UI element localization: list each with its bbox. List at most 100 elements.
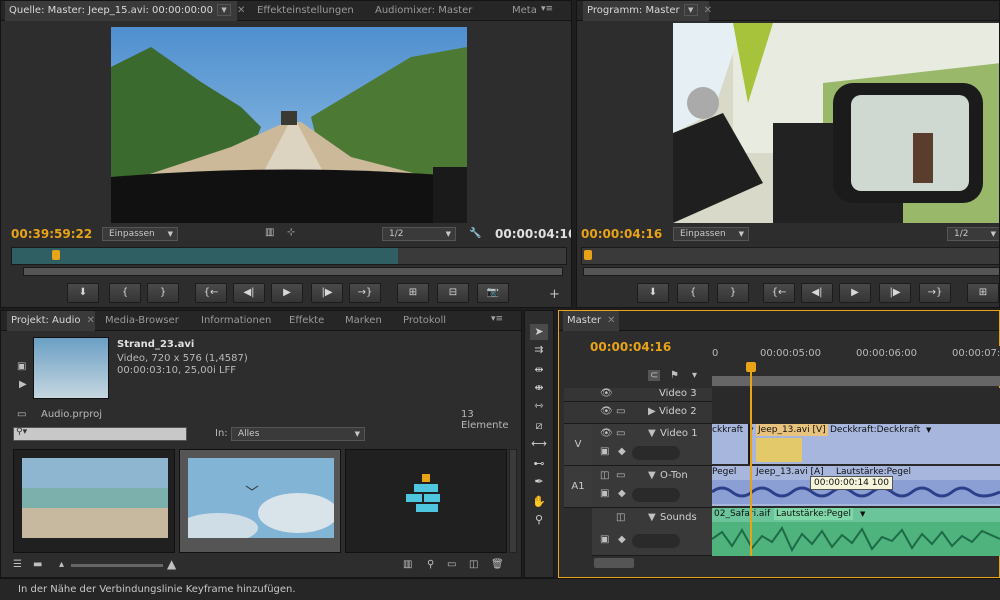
new-item-icon[interactable]: ◫ (469, 559, 478, 570)
mark-out-button[interactable]: } (147, 283, 179, 303)
step-back-button[interactable]: ◀| (801, 283, 833, 303)
expand-triangle-icon[interactable]: ▶ (648, 406, 656, 417)
track-header-video3[interactable]: 👁 Video 3 (564, 388, 712, 402)
keyframe-icon[interactable]: ◆ (618, 488, 626, 499)
search-input[interactable]: ⚲▾ (13, 427, 187, 441)
chevron-down-icon[interactable]: ▼ (683, 4, 698, 16)
play-button[interactable]: ▶ (271, 283, 303, 303)
keyframe-icon[interactable]: ◆ (618, 534, 626, 545)
source-fit-select[interactable]: Einpassen ▼ (102, 227, 178, 241)
go-to-in-button[interactable]: {← (195, 283, 227, 303)
timeline-playhead[interactable] (750, 362, 752, 556)
playhead-icon[interactable] (584, 250, 592, 260)
source-resolution-select[interactable]: 1/2 ▼ (382, 227, 456, 241)
playhead-icon[interactable] (52, 250, 60, 260)
lock-icon[interactable]: ▭ (616, 470, 625, 481)
tab-audio-mixer[interactable]: Audiomixer: Master (371, 1, 476, 21)
keyframe-icon[interactable]: ◆ (618, 446, 626, 457)
keyframe-nav-control[interactable] (632, 534, 680, 548)
timeline-zoom-bar[interactable] (712, 376, 1000, 386)
zoom-in-icon[interactable]: ▲ (167, 557, 176, 571)
keyframe-nav-control[interactable] (632, 446, 680, 460)
go-to-out-button[interactable]: →} (349, 283, 381, 303)
chevron-down-icon[interactable]: ▼ (217, 4, 232, 16)
slide-tool-icon[interactable]: ⊷ (530, 456, 548, 472)
razor-tool-icon[interactable]: ⧄ (530, 418, 548, 434)
play-preview-icon[interactable]: ▶ (19, 379, 27, 390)
pen-tool-icon[interactable]: ✒ (530, 474, 548, 490)
tab-program[interactable]: Programm: Master ▼ ✕ (583, 1, 712, 21)
close-icon[interactable]: ✕ (607, 315, 615, 326)
step-forward-button[interactable]: |▶ (879, 283, 911, 303)
tab-media-browser[interactable]: Media-Browser (101, 311, 183, 331)
go-to-in-button[interactable]: {← (763, 283, 795, 303)
program-current-timecode[interactable]: 00:00:04:16 (581, 227, 662, 241)
video-clip[interactable]: ckkraft ▼ Jeep_13.avi [V] Deckkraft:Deck… (712, 424, 1000, 464)
display-style-icon[interactable]: ▣ (600, 488, 609, 499)
list-view-icon[interactable]: ☰ (13, 559, 22, 570)
track-target-v[interactable]: V (564, 424, 592, 466)
keyframe-nav-control[interactable] (632, 488, 680, 502)
automate-to-sequence-icon[interactable]: ▥ (403, 559, 412, 570)
source-time-ruler[interactable] (11, 247, 567, 265)
tab-project[interactable]: Projekt: Audio ✕ (7, 311, 95, 331)
set-marker-icon[interactable]: ▾ (692, 370, 697, 381)
panel-menu-icon[interactable]: ▾≡ (541, 4, 553, 14)
eye-icon[interactable]: 👁 (600, 388, 613, 399)
poster-frame-icon[interactable]: ▣ (17, 361, 26, 372)
collapse-triangle-icon[interactable]: ▼ (648, 428, 656, 439)
thumbnail-size-slider[interactable] (71, 564, 163, 567)
tab-effect-settings[interactable]: Effekteinstellungen (253, 1, 358, 21)
in-filter-select[interactable]: Alles ▼ (231, 427, 365, 441)
add-marker-button[interactable]: ⬇ (67, 283, 99, 303)
media-thumbnail[interactable] (345, 449, 507, 553)
add-marker-button[interactable]: ⬇ (637, 283, 669, 303)
tab-source[interactable]: Quelle: Master: Jeep_15.avi: 00:00:00:00… (5, 1, 245, 21)
close-icon[interactable]: ✕ (237, 5, 245, 16)
icon-view-icon[interactable]: ▬ (33, 559, 42, 570)
tab-info[interactable]: Informationen (197, 311, 275, 331)
speaker-icon[interactable]: ◫ (600, 470, 609, 481)
play-button[interactable]: ▶ (839, 283, 871, 303)
program-zoom-bar[interactable] (583, 267, 999, 276)
track-header-video2[interactable]: 👁 ▭ ▶ Video 2 (564, 402, 712, 424)
step-back-button[interactable]: ◀| (233, 283, 265, 303)
slip-tool-icon[interactable]: ⟷ (530, 436, 548, 452)
track-header-video1[interactable]: 👁 ▭ ▼ Video 1 ▣ ◆ (592, 424, 712, 466)
timeline-timecode[interactable]: 00:00:04:16 (590, 340, 671, 354)
trash-icon[interactable]: 🗑 (491, 559, 504, 570)
track-header-sounds[interactable]: ◫ ▼ Sounds ▣ ◆ (592, 508, 712, 556)
export-frame-button[interactable]: 📷 (477, 283, 509, 303)
collapse-triangle-icon[interactable]: ▼ (648, 470, 656, 481)
mark-out-button[interactable]: } (717, 283, 749, 303)
timeline-scrollbar[interactable] (594, 558, 634, 568)
marker-icon[interactable]: ⚑ (670, 370, 679, 381)
mark-in-button[interactable]: { (677, 283, 709, 303)
rolling-edit-tool-icon[interactable]: ⇼ (530, 380, 548, 396)
add-button-icon[interactable]: + (549, 287, 560, 302)
wrench-icon[interactable]: 🔧 (469, 228, 481, 239)
sound-clip[interactable]: 02_Safari.aif Lautstärke:Pegel ▼ (712, 508, 1000, 556)
media-thumbnail[interactable] (179, 449, 341, 553)
display-style-icon[interactable]: ▣ (600, 534, 609, 545)
overwrite-button[interactable]: ⊟ (437, 283, 469, 303)
tab-master-sequence[interactable]: Master ✕ (563, 311, 619, 331)
go-to-out-button[interactable]: →} (919, 283, 951, 303)
source-current-timecode[interactable]: 00:39:59:22 (11, 227, 92, 241)
display-style-icon[interactable]: ▣ (600, 446, 609, 457)
media-thumbnail[interactable] (13, 449, 175, 553)
tab-history[interactable]: Protokoll (399, 311, 450, 331)
step-forward-button[interactable]: |▶ (311, 283, 343, 303)
new-bin-icon[interactable]: ▭ (447, 559, 456, 570)
selection-tool-icon[interactable]: ➤ (530, 324, 548, 340)
settings-marker-icon[interactable]: ⊹ (287, 227, 295, 238)
program-time-ruler[interactable] (581, 247, 999, 265)
close-icon[interactable]: ✕ (704, 5, 712, 16)
track-target-a1[interactable]: A1 (564, 466, 592, 508)
tab-effects[interactable]: Effekte (285, 311, 328, 331)
track-select-tool-icon[interactable]: ⇉ (530, 342, 548, 358)
lift-button[interactable]: ⊞ (967, 283, 999, 303)
panel-menu-icon[interactable]: ▾≡ (491, 314, 503, 324)
playhead-icon[interactable] (746, 362, 756, 372)
zoom-out-icon[interactable]: ▴ (59, 559, 64, 570)
